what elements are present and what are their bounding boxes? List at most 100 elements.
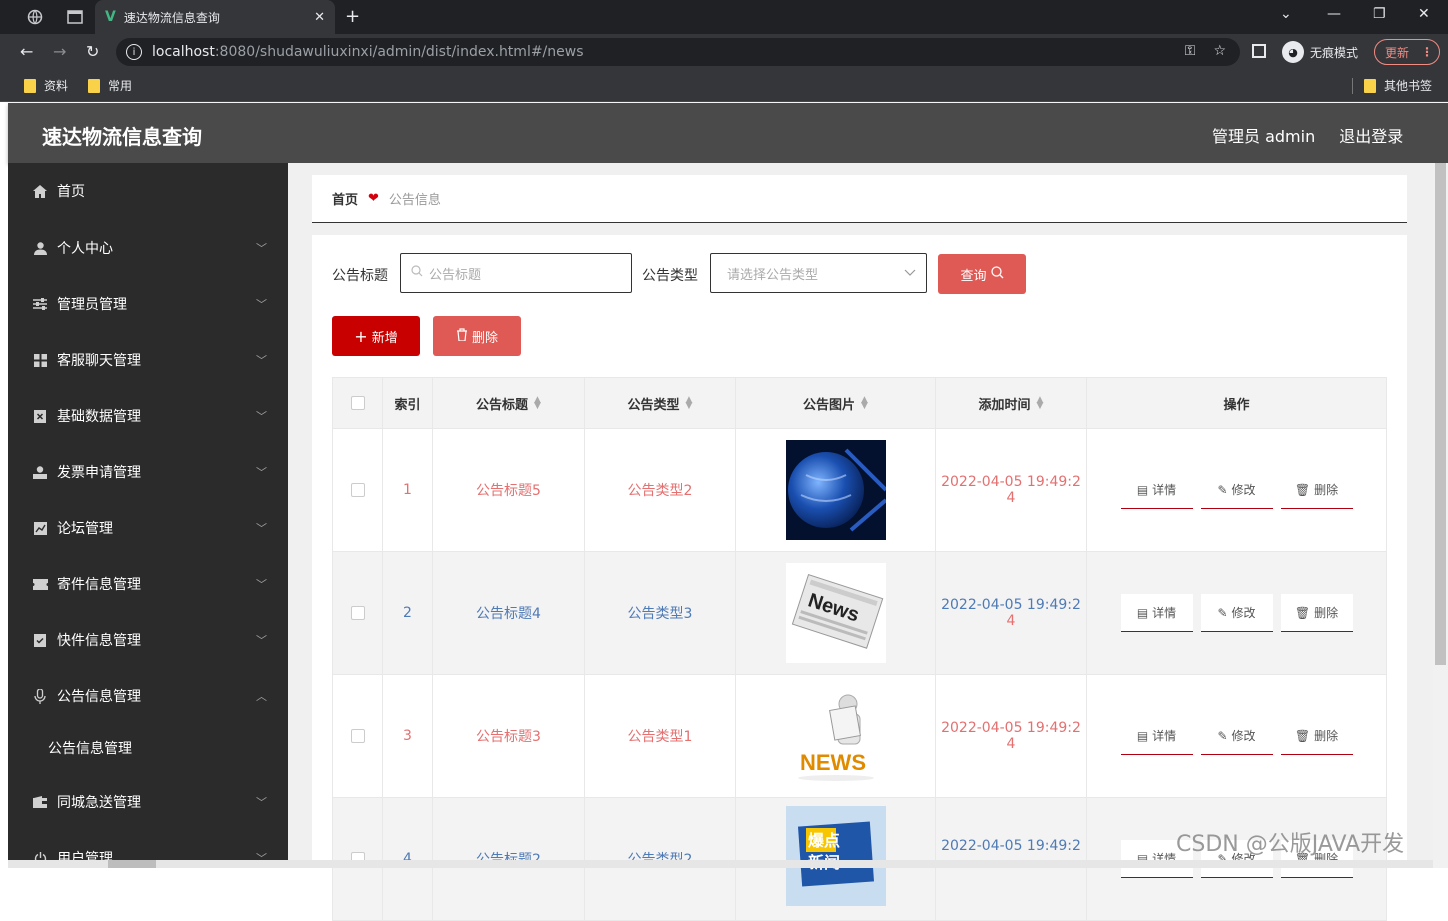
incognito-indicator[interactable]: ◕ 无痕模式	[1282, 38, 1358, 66]
globe-tab-icon[interactable]	[20, 0, 50, 34]
horizontal-scrollbar[interactable]	[8, 860, 1433, 868]
sidebar-item-notice[interactable]: 公告信息管理 ︿	[8, 668, 288, 724]
bookmark-label: 常用	[108, 79, 133, 93]
new-tab-button[interactable]: +	[345, 6, 360, 27]
delete-button[interactable]: 🗑 删除	[1280, 717, 1353, 755]
side-panel-icon[interactable]	[1252, 44, 1266, 58]
logout-link[interactable]: 退出登录	[1339, 123, 1403, 147]
trash-icon: 🗑	[1294, 605, 1311, 620]
scrollbar-thumb[interactable]	[1435, 163, 1446, 665]
sidebar-item-label: 快件信息管理	[57, 633, 141, 649]
sidebar-item-basedata[interactable]: 基础数据管理 ﹀	[8, 388, 288, 444]
vue-logo-icon: V	[105, 9, 116, 25]
detail-button[interactable]: ▤ 详情	[1120, 717, 1193, 755]
tab-active[interactable]: V 速达物流信息查询 ✕	[95, 0, 335, 34]
sidebar-item-label: 寄件信息管理	[57, 577, 141, 593]
close-tab-icon[interactable]: ✕	[314, 10, 325, 25]
row-time-line1: 2022-04-05 19:49:2	[941, 474, 1081, 490]
back-button[interactable]: ←	[20, 42, 33, 61]
reload-button[interactable]: ↻	[86, 42, 99, 61]
delete-button[interactable]: 🗑 删除	[1280, 471, 1353, 509]
pencil-icon: ✎	[1217, 728, 1228, 743]
search-button[interactable]: 查询	[938, 254, 1026, 294]
edit-button[interactable]: ✎ 修改	[1200, 471, 1273, 509]
vertical-scrollbar[interactable]	[1433, 163, 1448, 868]
detail-button[interactable]: ▤ 详情	[1120, 471, 1193, 509]
tab-pinned[interactable]	[60, 0, 90, 34]
other-bookmarks[interactable]: 其他书签	[1364, 77, 1432, 94]
tab-title: 速达物流信息查询	[123, 10, 220, 25]
close-window-button[interactable]: ✕	[1418, 6, 1430, 22]
title-search-input[interactable]: 公告标题	[400, 253, 632, 293]
row-title: 公告标题4	[433, 552, 585, 675]
sidebar-item-label: 管理员管理	[57, 297, 127, 313]
home-icon	[32, 184, 48, 198]
row-checkbox[interactable]	[350, 729, 365, 743]
sort-icon[interactable]: ▲ ▼	[861, 396, 868, 411]
select-all-checkbox[interactable]	[350, 396, 365, 410]
update-button[interactable]: 更新 ⋮	[1374, 39, 1440, 65]
forward-button[interactable]: →	[53, 42, 66, 61]
sidebar-item-label: 客服聊天管理	[57, 353, 141, 369]
row-index: 3	[383, 675, 433, 798]
sidebar-item-label: 论坛管理	[57, 521, 113, 537]
header-type[interactable]: 公告类型 ▲ ▼	[585, 378, 736, 429]
newspaper-image[interactable]: News	[785, 563, 886, 663]
detail-button[interactable]: ▤ 详情	[1120, 594, 1193, 632]
batch-delete-button[interactable]: 删除	[433, 316, 521, 356]
sidebar-item-chat[interactable]: 客服聊天管理 ﹀	[8, 332, 288, 388]
chevron-down-icon: ﹀	[256, 298, 267, 311]
site-info-icon[interactable]: i	[126, 44, 142, 60]
doc-icon: ▤	[1136, 482, 1149, 497]
other-bookmarks-label: 其他书签	[1384, 79, 1433, 93]
breadcrumb-home[interactable]: 首页	[332, 189, 358, 208]
delete-label: 删除	[1314, 729, 1339, 743]
delete-button[interactable]: 🗑 删除	[1280, 594, 1353, 632]
sort-icon[interactable]: ▲ ▼	[1037, 396, 1044, 411]
type-select[interactable]: 请选择公告类型	[710, 253, 927, 293]
restore-button[interactable]: ❐	[1373, 6, 1386, 22]
bookmark-folder[interactable]: 资料	[24, 77, 68, 94]
person-icon	[32, 465, 48, 479]
header-title[interactable]: 公告标题 ▲ ▼	[433, 378, 585, 429]
edit-label: 修改	[1231, 729, 1256, 743]
minimize-button[interactable]: —	[1327, 6, 1341, 22]
key-icon[interactable]: ⚿	[1185, 43, 1196, 59]
bookmark-label: 资料	[44, 79, 69, 93]
edit-button[interactable]: ✎ 修改	[1200, 594, 1273, 632]
sidebar-item-send[interactable]: 寄件信息管理 ﹀	[8, 556, 288, 612]
sidebar-subitem-notice[interactable]: 公告信息管理	[8, 722, 288, 774]
edit-label: 修改	[1231, 483, 1256, 497]
url-field[interactable]: i localhost:8080/shudawuliuxinxi/admin/d…	[116, 38, 1240, 66]
breaking-news-image[interactable]: 爆点新闻	[785, 806, 886, 906]
sidebar-item-forum[interactable]: 论坛管理 ﹀	[8, 500, 288, 556]
incognito-label: 无痕模式	[1310, 45, 1359, 60]
app-header: 速达物流信息查询 管理员 admin 退出登录	[8, 103, 1448, 163]
sidebar-item-citydelivery[interactable]: 同城急送管理 ﹀	[8, 774, 288, 830]
tab-search-icon[interactable]: ⌄	[1280, 6, 1292, 22]
edit-button[interactable]: ✎ 修改	[1200, 717, 1273, 755]
globe-news-image[interactable]	[785, 440, 886, 540]
sidebar-item-home[interactable]: 首页	[8, 163, 288, 219]
table-header-row: 索引 公告标题 ▲ ▼ 公告类型 ▲ ▼ 公告图片 ▲ ▼ 添加时间 ▲ ▼ 操作	[332, 377, 1387, 429]
sidebar-item-invoice[interactable]: 发票申请管理 ﹀	[8, 444, 288, 500]
url-path: :8080/shudawuliuxinxi/admin/dist/index.h…	[214, 44, 584, 60]
add-button[interactable]: + 新增	[332, 316, 420, 356]
hscrollbar-thumb[interactable]	[108, 860, 156, 868]
sort-icon[interactable]: ▲ ▼	[686, 396, 693, 411]
app-title: 速达物流信息查询	[42, 125, 202, 149]
sort-icon[interactable]: ▲ ▼	[534, 396, 541, 411]
header-time[interactable]: 添加时间 ▲ ▼	[936, 378, 1087, 429]
clipboard-x-icon	[32, 409, 48, 423]
row-checkbox[interactable]	[350, 606, 365, 620]
sidebar-item-admin[interactable]: 管理员管理 ﹀	[8, 276, 288, 332]
header-image[interactable]: 公告图片 ▲ ▼	[736, 378, 936, 429]
sidebar-item-express[interactable]: 快件信息管理 ﹀	[8, 612, 288, 668]
sidebar-item-profile[interactable]: 个人中心 ﹀	[8, 220, 288, 276]
table-row: 1 公告标题5 公告类型2 2022-04-05 19:49:2 4 ▤ 详情 ✎…	[332, 429, 1387, 552]
bookmark-folder[interactable]: 常用	[88, 77, 132, 94]
row-checkbox[interactable]	[350, 483, 365, 497]
pencil-icon: ✎	[1217, 605, 1228, 620]
news-reader-image[interactable]: NEWS	[785, 686, 886, 786]
star-icon[interactable]: ☆	[1213, 43, 1226, 59]
